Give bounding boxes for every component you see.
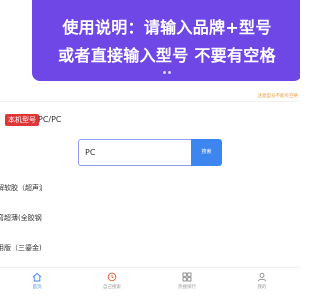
tab-hot-ranking-label: 热搜排行	[178, 285, 196, 290]
user-icon	[258, 273, 266, 282]
result-item[interactable]: 热弯超薄(全胶钢化	[0, 213, 42, 223]
result-item[interactable]: 通用版（三鎏金)	[0, 243, 42, 253]
search-box	[78, 139, 192, 166]
tab-mine[interactable]: 我的	[247, 272, 277, 290]
search-input[interactable]	[79, 140, 192, 165]
tab-self-search-label: 自己搜索	[103, 285, 121, 290]
search-button[interactable]: 搜索	[191, 139, 222, 166]
clock-icon	[107, 272, 117, 282]
bottom-tabbar: 首页 自己搜索 热搜排行 我的	[0, 267, 300, 300]
tab-home-label: 首页	[32, 285, 42, 290]
carousel-dot[interactable]	[168, 71, 171, 74]
page: 使用说明：请输入品牌+型号 或者直接输入型号 不要有空格 注意型号不能有空格 本…	[0, 0, 300, 300]
banner-line-1: 使用说明：请输入品牌+型号	[62, 18, 272, 37]
tab-mine-label: 我的	[257, 285, 267, 290]
current-model-tag: 本机型号	[5, 114, 39, 126]
divider	[0, 101, 300, 102]
home-icon	[32, 272, 42, 282]
banner-line-2: 或者直接输入型号 不要有空格	[58, 46, 276, 65]
grid-icon	[182, 272, 192, 282]
current-model-value: PC/PC	[38, 115, 62, 124]
notice-text: 注意型号不能有空格	[257, 94, 299, 99]
tab-home[interactable]: 首页	[22, 272, 52, 290]
tab-self-search[interactable]: 自己搜索	[97, 272, 127, 290]
carousel-dot[interactable]	[163, 71, 166, 74]
carousel-dots[interactable]	[32, 70, 300, 74]
tab-hot-ranking[interactable]: 热搜排行	[172, 272, 202, 290]
result-item[interactable]: 方解软胶（超声波	[0, 183, 42, 193]
instruction-banner: 使用说明：请输入品牌+型号 或者直接输入型号 不要有空格	[32, 0, 300, 81]
